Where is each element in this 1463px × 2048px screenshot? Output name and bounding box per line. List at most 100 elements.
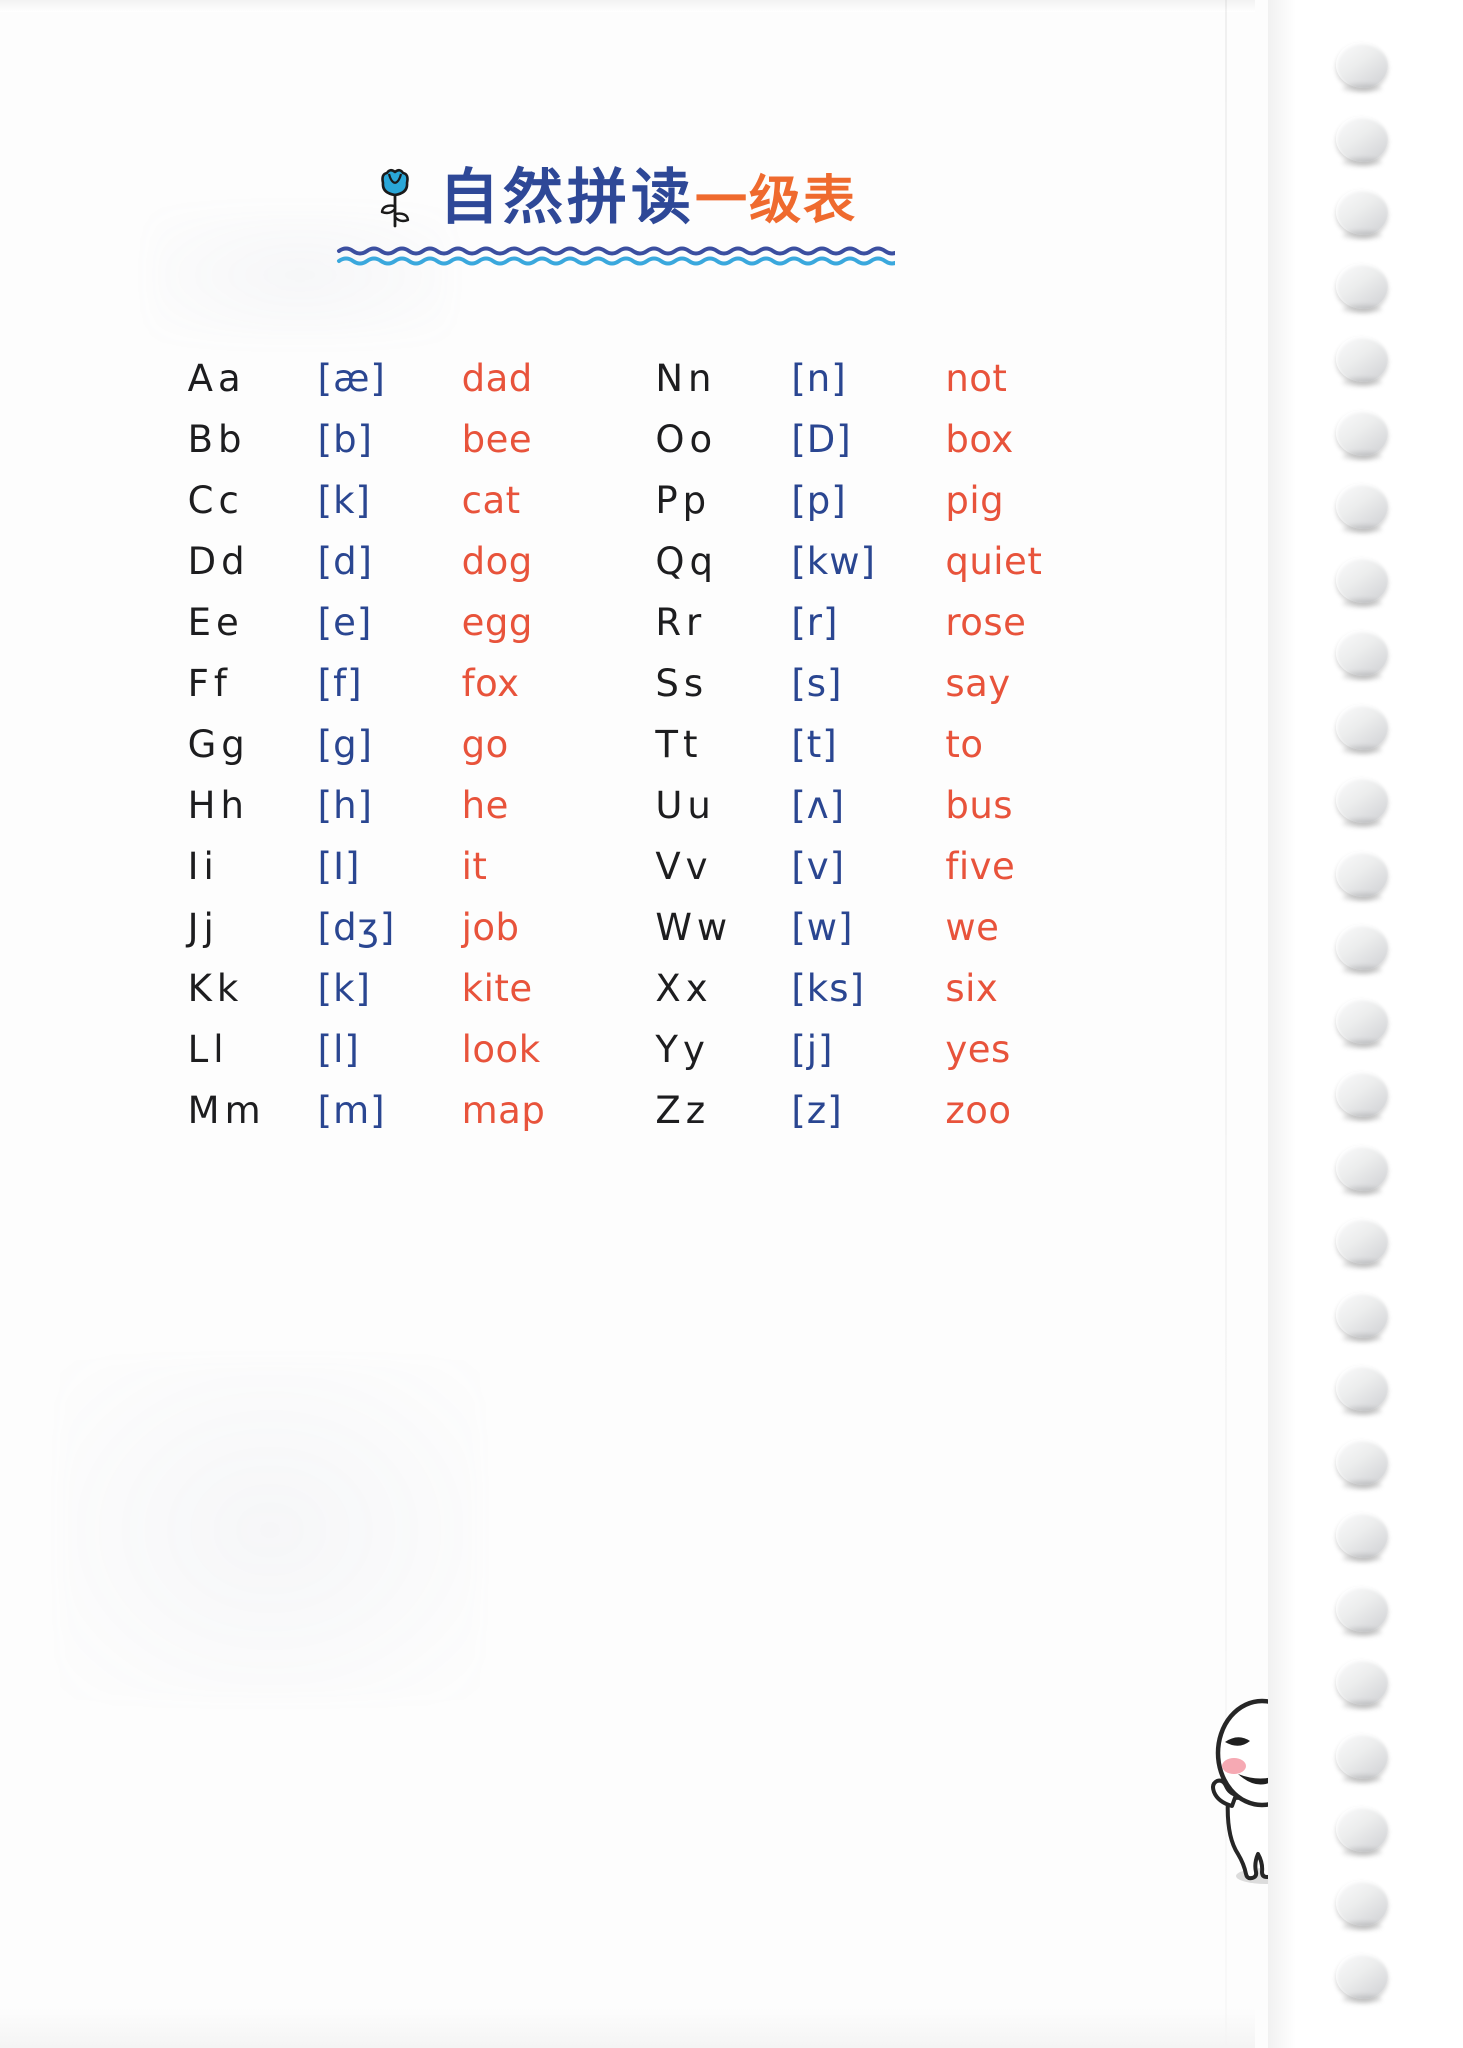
tulip-flower-icon [373, 164, 417, 240]
phonics-word: look [461, 1028, 541, 1071]
phonics-word: dad [461, 357, 533, 400]
phonics-letter: Vv [655, 845, 713, 888]
phonics-letter: Ww [655, 906, 733, 949]
title-underline [0, 243, 1230, 273]
page-title: 自然拼读一级表 [439, 168, 857, 228]
phonics-letter: Aa [187, 357, 246, 400]
binding-ring [1336, 409, 1388, 456]
phonics-ipa: [v] [791, 845, 846, 888]
binding-ring [1336, 1071, 1388, 1117]
binding-ring [1336, 1438, 1388, 1485]
phonics-word: it [461, 845, 488, 888]
phonics-letter: Qq [655, 540, 718, 583]
phonics-word: kite [461, 967, 533, 1010]
phonics-row: Qq [kw] quiet [655, 543, 1042, 604]
phonics-letter: Gg [187, 723, 250, 766]
phonics-ipa: [w] [791, 906, 854, 949]
binding-ring [1336, 42, 1388, 88]
binding-ring [1336, 777, 1388, 823]
binding-ring [1336, 1365, 1388, 1411]
phonics-letter: Oo [655, 418, 718, 461]
phonics-ipa: [j] [791, 1028, 834, 1071]
phonics-letter: Mm [187, 1089, 266, 1132]
phonics-row: Gg [g] go [188, 726, 546, 787]
phonics-letter: Bb [187, 418, 247, 461]
binding-ring [1336, 1144, 1388, 1191]
page-title-accent: 一级表 [694, 171, 857, 231]
phonics-word: go [461, 723, 509, 766]
phonics-letter: Tt [655, 723, 703, 766]
phonics-letter: Dd [187, 540, 250, 583]
phonics-word: yes [945, 1028, 1011, 1071]
phonics-ipa: [p] [791, 479, 847, 522]
phonics-row: Ee [e] egg [188, 604, 546, 665]
phonics-letter: Hh [187, 784, 249, 827]
phonics-word: bus [945, 784, 1014, 827]
phonics-word: six [945, 967, 999, 1010]
title-row: 自然拼读一级表 [373, 160, 857, 236]
binding-ring [1336, 924, 1388, 970]
phonics-row: Oo [D] box [655, 421, 1042, 482]
binding-ring [1336, 189, 1388, 235]
phonics-row: Vv [v] five [655, 848, 1042, 909]
phonics-letter: Yy [655, 1028, 710, 1071]
phonics-row: Hh [h] he [188, 787, 546, 848]
phonics-ipa: [I] [317, 845, 361, 888]
binding-ring [1336, 262, 1388, 309]
phonics-row: Bb [b] bee [188, 421, 546, 482]
phonics-column-right: Nn [n] not Oo [D] box Pp [p] pig Qq [kw] quiet Rr [r]… [655, 360, 1042, 1153]
phonics-row: Rr [r] rose [655, 604, 1042, 665]
phonics-ipa: [dʒ] [317, 906, 396, 949]
phonics-ipa: [m] [317, 1089, 386, 1132]
binding-ring [1336, 1953, 1388, 1999]
binding-ring [1336, 1659, 1388, 1705]
phonics-letter: Uu [655, 784, 716, 827]
binding-ring [1336, 1291, 1388, 1338]
page-title-block: 自然拼读一级表 [0, 160, 1230, 240]
phonics-row: Pp [p] pig [655, 482, 1042, 543]
phonics-row: Nn [n] not [655, 360, 1042, 421]
phonics-row: Aa [æ] dad [188, 360, 546, 421]
phonics-letter: Rr [655, 601, 707, 644]
phonics-letter: Zz [655, 1089, 711, 1132]
phonics-letter: Ss [655, 662, 709, 705]
phonics-word: map [461, 1089, 546, 1132]
phonics-ipa: [d] [317, 540, 373, 583]
phonics-word: egg [461, 601, 533, 644]
binding-ring [1336, 1512, 1388, 1558]
phonics-word: rose [945, 601, 1027, 644]
page-title-main: 自然拼读 [438, 163, 695, 233]
binding-ring [1336, 1806, 1388, 1852]
phonics-word: zoo [945, 1089, 1012, 1132]
phonics-ipa: [b] [317, 418, 373, 461]
binding-ring [1336, 483, 1388, 529]
phonics-row: Ii [I] it [188, 848, 546, 909]
binding-ring [1336, 997, 1388, 1044]
phonics-ipa: [t] [791, 723, 838, 766]
phonics-word: job [461, 906, 520, 949]
phonics-letter: Pp [655, 479, 712, 522]
notebook-page: 自然拼读一级表 Aa [æ] dad Bb [b] bee Cc [k] cat Dd [d] dog… [0, 0, 1463, 2048]
phonics-ipa: [g] [317, 723, 373, 766]
binding-ring [1336, 1218, 1388, 1264]
phonics-ipa: [n] [791, 357, 847, 400]
phonics-column-left: Aa [æ] dad Bb [b] bee Cc [k] cat Dd [d] dog Ee [e] egg… [188, 360, 546, 1153]
binding-ring [1336, 850, 1388, 897]
phonics-row: Kk [k] kite [188, 970, 546, 1031]
binding-ring [1336, 1585, 1388, 1632]
phonics-ipa: [kw] [791, 540, 876, 583]
phonics-ipa: [e] [317, 601, 373, 644]
phonics-letter: Xx [655, 967, 713, 1010]
phonics-word: fox [461, 662, 520, 705]
phonics-letter: Ff [187, 662, 232, 705]
phonics-row: Tt [t] to [655, 726, 1042, 787]
phonics-ipa: [z] [791, 1089, 843, 1132]
binding-ring [1336, 336, 1388, 382]
paper-bottom-edge [0, 2008, 1255, 2048]
phonics-table: Aa [æ] dad Bb [b] bee Cc [k] cat Dd [d] dog Ee [e] egg… [0, 360, 1230, 1153]
phonics-row: Ff [f] fox [188, 665, 546, 726]
phonics-word: dog [461, 540, 533, 583]
phonics-ipa: [ks] [791, 967, 865, 1010]
phonics-ipa: [s] [791, 662, 843, 705]
phonics-row: Uu [ʌ] bus [655, 787, 1042, 848]
